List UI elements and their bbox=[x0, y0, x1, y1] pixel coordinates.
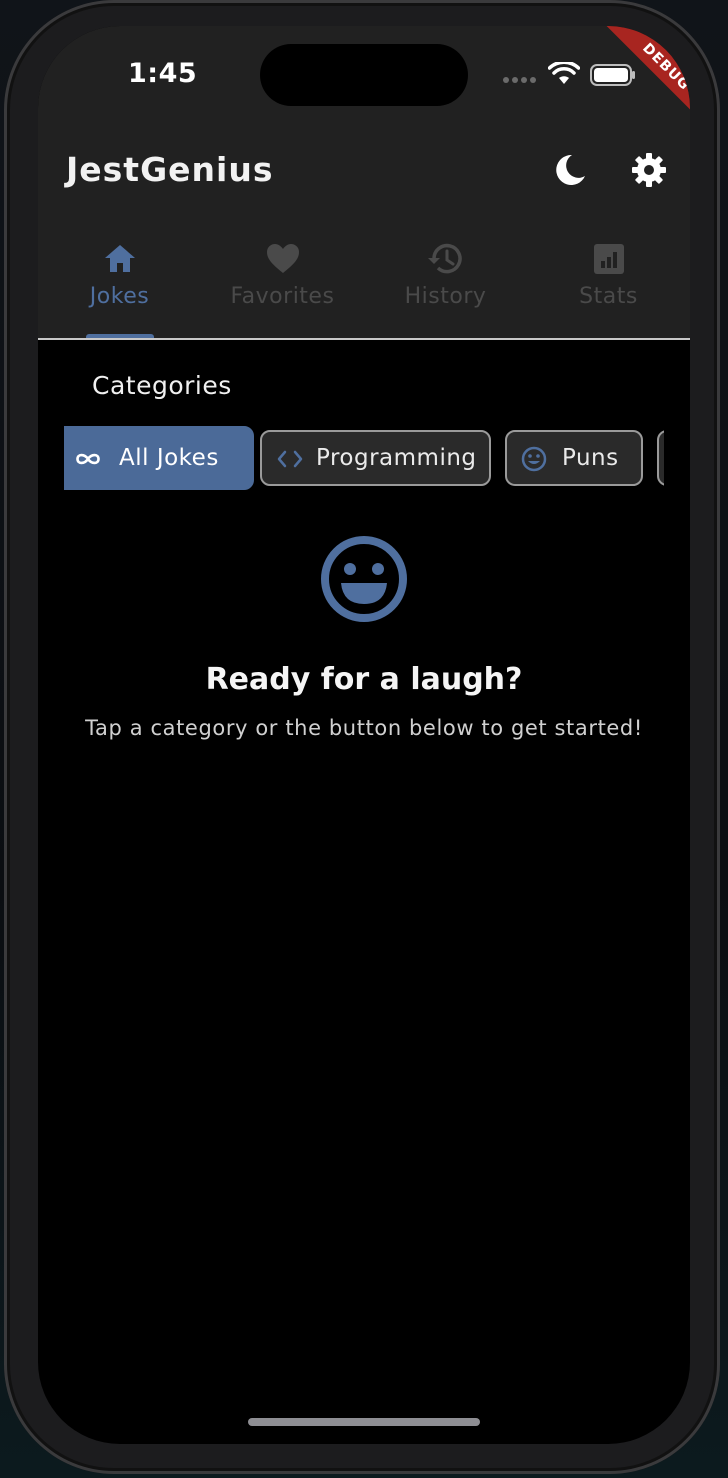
chip-label: Programming bbox=[316, 445, 477, 471]
chip-more[interactable] bbox=[657, 430, 664, 486]
chip-label: Puns bbox=[562, 445, 619, 471]
tab-label: Favorites bbox=[230, 284, 335, 309]
chip-all-jokes[interactable]: All Jokes bbox=[64, 426, 254, 490]
history-icon bbox=[428, 243, 462, 274]
smiley-icon bbox=[521, 446, 547, 472]
tab-favorites[interactable]: Favorites bbox=[201, 236, 364, 339]
chip-programming[interactable]: Programming bbox=[260, 430, 491, 486]
chip-label: All Jokes bbox=[119, 445, 219, 471]
phone-frame: 1:45 DEBUG JestGenius Jokes Favorites Hi… bbox=[4, 0, 720, 1474]
cellular-signal-icon bbox=[503, 77, 536, 83]
heart-icon bbox=[267, 244, 299, 273]
status-time: 1:45 bbox=[128, 58, 198, 89]
tab-bar: Jokes Favorites History Stats bbox=[38, 236, 690, 339]
app-screen: 1:45 DEBUG JestGenius Jokes Favorites Hi… bbox=[38, 26, 690, 1444]
battery-icon bbox=[590, 64, 635, 86]
home-icon bbox=[105, 245, 135, 272]
dynamic-island bbox=[260, 44, 468, 106]
categories-title: Categories bbox=[92, 371, 232, 400]
empty-state-subtitle: Tap a category or the button below to ge… bbox=[85, 716, 643, 740]
code-icon bbox=[277, 450, 303, 468]
gear-icon[interactable] bbox=[631, 152, 667, 188]
tab-label: History bbox=[404, 284, 487, 309]
infinity-icon bbox=[76, 453, 100, 465]
tab-label: Stats bbox=[579, 284, 638, 309]
tab-history[interactable]: History bbox=[364, 236, 527, 339]
wifi-icon bbox=[548, 62, 580, 84]
chip-puns[interactable]: Puns bbox=[505, 430, 643, 486]
empty-state-title: Ready for a laugh? bbox=[205, 662, 523, 697]
bar-chart-icon bbox=[594, 244, 624, 274]
category-chips[interactable]: All Jokes Programming Puns bbox=[64, 426, 664, 492]
tab-divider bbox=[38, 338, 690, 340]
moon-icon[interactable] bbox=[552, 152, 588, 188]
tab-stats[interactable]: Stats bbox=[527, 236, 690, 339]
tab-label: Jokes bbox=[89, 284, 150, 309]
app-title: JestGenius bbox=[66, 150, 274, 189]
tab-jokes[interactable]: Jokes bbox=[38, 236, 201, 339]
smiley-icon bbox=[321, 536, 407, 622]
home-indicator[interactable] bbox=[248, 1418, 480, 1426]
